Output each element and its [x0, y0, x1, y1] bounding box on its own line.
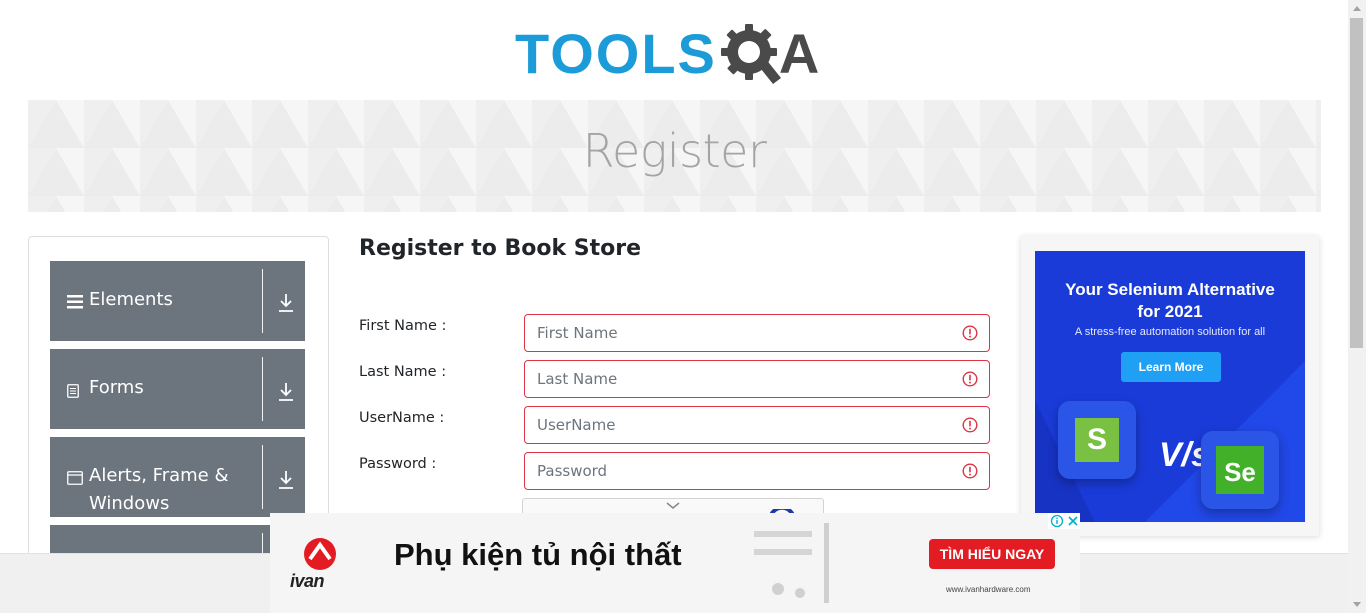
right-advertisement[interactable]: Your Selenium Alternative for 2021 A str… [1021, 236, 1319, 536]
last-name-field [524, 360, 990, 398]
sidebar-group-label-line2: Windows [89, 493, 170, 514]
selenium-logo: Se [1216, 446, 1264, 494]
password-field [524, 452, 990, 490]
sidebar-group-label: Elements [89, 289, 173, 310]
first-name-label: First Name : [359, 318, 447, 334]
product-tile-right: Se [1201, 431, 1279, 509]
sidebar-group-label: Alerts, Frame & [89, 465, 229, 486]
product-tile-left: S [1058, 401, 1136, 479]
chevron-down-icon [666, 502, 680, 509]
ad-close-icon[interactable] [1066, 514, 1080, 528]
sidebar-group-alerts-frame-windows[interactable]: Alerts, Frame & Windows [50, 437, 305, 517]
error-icon [962, 417, 978, 433]
product-logo-s: S [1075, 418, 1119, 462]
error-icon [962, 371, 978, 387]
scroll-down-arrow-icon[interactable] [1348, 596, 1366, 613]
sidebar-divider [262, 445, 263, 509]
ad-creative[interactable]: Your Selenium Alternative for 2021 A str… [1035, 251, 1305, 522]
toolsqa-logo[interactable]: TOOLS A [515, 15, 840, 93]
username-input[interactable] [525, 407, 945, 443]
scroll-up-arrow-icon[interactable] [1348, 0, 1366, 17]
bottom-advertisement[interactable]: ivan Phụ kiện tủ nội thất TÌM HIỂU NGAY … [270, 513, 1080, 613]
download-arrow-icon[interactable] [277, 470, 295, 490]
sidebar-divider [262, 357, 263, 421]
password-label: Password : [359, 456, 437, 472]
ad-headline: Your Selenium Alternative for 2021 [1035, 279, 1305, 323]
page-title: Register [582, 124, 767, 178]
hardware-product-image [754, 523, 829, 603]
ad-headline-line1: Your Selenium Alternative [1065, 280, 1275, 299]
logo-gear-magnifier-icon [720, 24, 781, 84]
vertical-scrollbar[interactable] [1348, 0, 1366, 613]
error-icon [962, 463, 978, 479]
ad-headline-line2: for 2021 [1137, 302, 1203, 321]
document-icon [67, 384, 79, 398]
last-name-label: Last Name : [359, 364, 447, 380]
ivan-logo-icon [304, 538, 336, 570]
page-banner: Register [28, 100, 1321, 212]
logo-a-text: A [778, 22, 820, 85]
logo-tools-text: TOOLS [515, 22, 717, 85]
sidebar-divider [262, 269, 263, 333]
sidebar-group-forms[interactable]: Forms [50, 349, 305, 429]
learn-more-button[interactable]: Learn More [1121, 352, 1221, 382]
hamburger-icon [67, 295, 83, 309]
first-name-input[interactable] [525, 315, 945, 351]
password-input[interactable] [525, 453, 945, 489]
ad-subtext: A stress-free automation solution for al… [1074, 326, 1266, 338]
first-name-field [524, 314, 990, 352]
username-label: UserName : [359, 410, 445, 426]
username-field [524, 406, 990, 444]
ad-info-icon[interactable] [1050, 514, 1064, 528]
ad-choices-controls[interactable] [1048, 513, 1080, 529]
error-icon [962, 325, 978, 341]
ad-bottom-headline: Phụ kiện tủ nội thất [394, 537, 682, 572]
form-heading: Register to Book Store [359, 236, 642, 261]
last-name-input[interactable] [525, 361, 945, 397]
ad-url: www.ivanhardware.com [946, 585, 1031, 594]
window-icon [67, 471, 83, 485]
download-arrow-icon[interactable] [277, 382, 295, 402]
ad-cta-button[interactable]: TÌM HIỂU NGAY [929, 539, 1055, 569]
sidebar-group-label: Forms [89, 377, 144, 398]
scrollbar-thumb[interactable] [1350, 18, 1363, 348]
sidebar-group-elements[interactable]: Elements [50, 261, 305, 341]
download-arrow-icon[interactable] [277, 293, 295, 313]
ad-brand-name: ivan [290, 571, 325, 591]
